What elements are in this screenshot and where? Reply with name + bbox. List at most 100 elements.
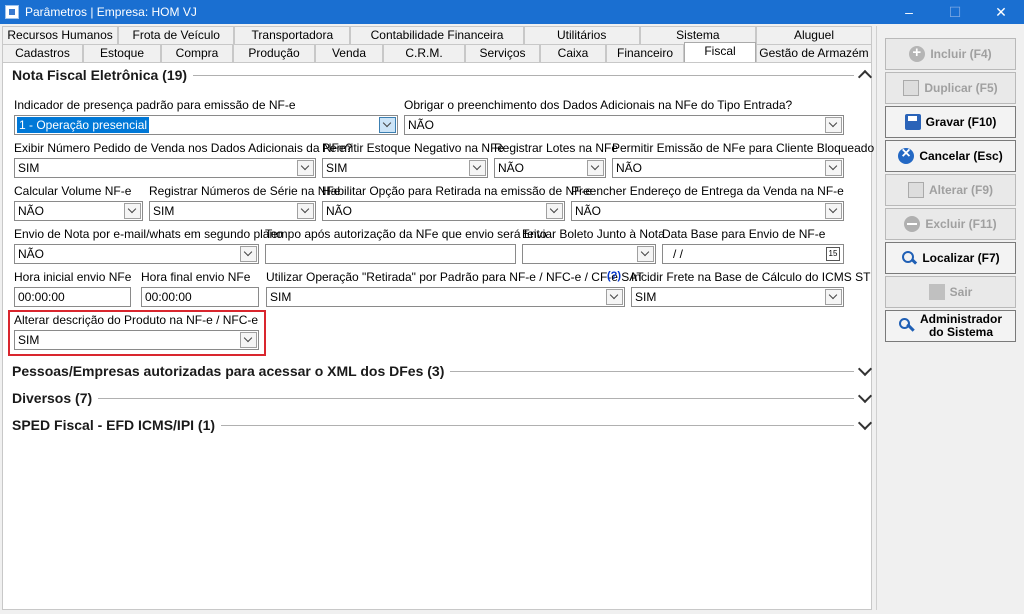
exit-icon bbox=[928, 284, 945, 300]
chevron-down-icon[interactable] bbox=[297, 160, 314, 176]
excluir-button[interactable]: Excluir (F11) bbox=[885, 208, 1016, 240]
chevron-down-icon[interactable] bbox=[825, 160, 842, 176]
tab-fiscal[interactable]: Fiscal bbox=[684, 42, 756, 62]
tab-caixa[interactable]: Caixa bbox=[540, 44, 606, 62]
chevron-down-icon[interactable] bbox=[297, 203, 314, 219]
incluir-button[interactable]: Incluir (F4) bbox=[885, 38, 1016, 70]
chevron-down-icon[interactable] bbox=[825, 203, 842, 219]
num-pedido-label: Exibir Número Pedido de Venda nos Dados … bbox=[14, 141, 353, 155]
tab-crm[interactable]: C.R.M. bbox=[383, 44, 465, 62]
hora-fim-input[interactable]: 00:00:00 bbox=[141, 287, 259, 307]
sair-button[interactable]: Sair bbox=[885, 276, 1016, 308]
data-base-label: Data Base para Envio de NF-e bbox=[662, 227, 826, 241]
envio-nota-select[interactable]: NÃO bbox=[14, 244, 259, 264]
chevron-down-icon[interactable] bbox=[856, 391, 874, 405]
chevron-down-icon[interactable] bbox=[379, 117, 396, 133]
section-nfe-header[interactable]: Nota Fiscal Eletrônica (19) bbox=[12, 66, 874, 84]
desc-produto-select[interactable]: SIM bbox=[14, 330, 259, 350]
data-base-input[interactable]: / / 15 bbox=[662, 244, 844, 264]
tab-financeiro[interactable]: Financeiro bbox=[606, 44, 684, 62]
chevron-down-icon[interactable] bbox=[124, 203, 141, 219]
num-pedido-value: SIM bbox=[18, 161, 40, 175]
lotes-select[interactable]: NÃO bbox=[494, 158, 606, 178]
chevron-down-icon[interactable] bbox=[856, 418, 874, 432]
tab-gestao-armazem[interactable]: Gestão de Armazém bbox=[756, 44, 872, 62]
estoque-neg-value: SIM bbox=[326, 161, 348, 175]
tempo-envio-input[interactable] bbox=[265, 244, 516, 264]
tab-transportadora[interactable]: Transportadora bbox=[234, 26, 351, 44]
cancelar-button[interactable]: Cancelar (Esc) bbox=[885, 140, 1016, 172]
desc-produto-label: Alterar descrição do Produto na NF-e / N… bbox=[14, 313, 259, 327]
duplicate-icon bbox=[903, 80, 920, 96]
save-icon bbox=[904, 114, 921, 130]
boleto-label: Enviar Boleto Junto à Nota bbox=[522, 227, 665, 241]
tab-servicos[interactable]: Serviços bbox=[465, 44, 540, 62]
alterar-button[interactable]: Alterar (F9) bbox=[885, 174, 1016, 206]
lotes-value: NÃO bbox=[498, 161, 525, 175]
volume-label: Calcular Volume NF-e bbox=[14, 184, 132, 198]
tab-venda[interactable]: Venda bbox=[315, 44, 383, 62]
tab-producao[interactable]: Produção bbox=[233, 44, 315, 62]
duplicar-button[interactable]: Duplicar (F5) bbox=[885, 72, 1016, 104]
desc-produto-value: SIM bbox=[18, 333, 40, 347]
chevron-down-icon[interactable] bbox=[856, 364, 874, 378]
num-pedido-select[interactable]: SIM bbox=[14, 158, 316, 178]
cliente-bloq-select[interactable]: NÃO bbox=[612, 158, 844, 178]
chevron-down-icon[interactable] bbox=[587, 160, 604, 176]
section-diversos-header[interactable]: Diversos (7) bbox=[12, 389, 874, 407]
edit-icon bbox=[907, 182, 924, 198]
volume-value: NÃO bbox=[18, 204, 45, 218]
gravar-button[interactable]: Gravar (F10) bbox=[885, 106, 1016, 138]
tab-utilitarios[interactable]: Utilitários bbox=[523, 26, 640, 44]
tab-estoque[interactable]: Estoque bbox=[83, 44, 161, 62]
calendar-icon[interactable]: 15 bbox=[826, 247, 840, 261]
chevron-down-icon[interactable] bbox=[606, 289, 623, 305]
lotes-label: Registrar Lotes na NFe bbox=[494, 141, 619, 155]
boleto-select[interactable] bbox=[522, 244, 656, 264]
chevron-down-icon[interactable] bbox=[825, 117, 842, 133]
tab-contabilidade[interactable]: Contabilidade Financeira bbox=[350, 26, 524, 44]
delete-icon bbox=[904, 216, 921, 232]
frete-select[interactable]: SIM bbox=[631, 287, 844, 307]
tab-frota-veiculo[interactable]: Frota de Veículo bbox=[118, 26, 235, 44]
section-pessoas-header[interactable]: Pessoas/Empresas autorizadas para acessa… bbox=[12, 362, 874, 380]
envio-nota-value: NÃO bbox=[18, 247, 45, 261]
envio-nota-label: Envio de Nota por e-mail/whats em segund… bbox=[14, 227, 283, 241]
endereco-select[interactable]: NÃO bbox=[571, 201, 844, 221]
section-sped-header[interactable]: SPED Fiscal - EFD ICMS/IPI (1) bbox=[12, 416, 874, 434]
close-button[interactable]: ✕ bbox=[978, 0, 1024, 24]
chevron-down-icon[interactable] bbox=[469, 160, 486, 176]
chevron-down-icon[interactable] bbox=[240, 332, 257, 348]
serie-value: SIM bbox=[153, 204, 175, 218]
volume-select[interactable]: NÃO bbox=[14, 201, 143, 221]
chevron-down-icon[interactable] bbox=[240, 246, 257, 262]
op-retirada-select[interactable]: SIM bbox=[266, 287, 625, 307]
maximize-button[interactable]: ☐ bbox=[932, 0, 978, 24]
retirada-select[interactable]: NÃO bbox=[322, 201, 565, 221]
section-divider bbox=[221, 424, 854, 426]
retirada-label: Habilitar Opção para Retirada na emissão… bbox=[322, 184, 593, 198]
section-pessoas-title: Pessoas/Empresas autorizadas para acessa… bbox=[12, 363, 445, 379]
chevron-up-icon[interactable] bbox=[856, 68, 874, 82]
tab-compra[interactable]: Compra bbox=[161, 44, 233, 62]
hora-ini-input[interactable]: 00:00:00 bbox=[14, 287, 131, 307]
tab-cadastros[interactable]: Cadastros bbox=[2, 44, 83, 62]
op-retirada-value: SIM bbox=[270, 290, 292, 304]
data-base-value: / / bbox=[673, 247, 684, 261]
tab-aluguel[interactable]: Aluguel bbox=[755, 26, 873, 44]
localizar-button[interactable]: Localizar (F7) bbox=[885, 242, 1016, 274]
dados-adic-select[interactable]: NÃO bbox=[404, 115, 844, 135]
duplicar-label: Duplicar (F5) bbox=[924, 81, 998, 95]
minimize-button[interactable]: – bbox=[886, 0, 932, 24]
chevron-down-icon[interactable] bbox=[546, 203, 563, 219]
admin-button[interactable]: Administrador do Sistema bbox=[885, 310, 1016, 342]
serie-select[interactable]: SIM bbox=[149, 201, 316, 221]
presenca-select[interactable]: 1 - Operação presencial bbox=[14, 115, 398, 135]
chevron-down-icon[interactable] bbox=[637, 246, 654, 262]
chevron-down-icon[interactable] bbox=[825, 289, 842, 305]
estoque-neg-label: Permitir Estoque Negativo na NFe bbox=[322, 141, 505, 155]
estoque-neg-select[interactable]: SIM bbox=[322, 158, 488, 178]
excluir-label: Excluir (F11) bbox=[925, 217, 997, 231]
help-icon[interactable]: (?) bbox=[607, 270, 621, 282]
tab-recursos-humanos[interactable]: Recursos Humanos bbox=[2, 26, 119, 44]
